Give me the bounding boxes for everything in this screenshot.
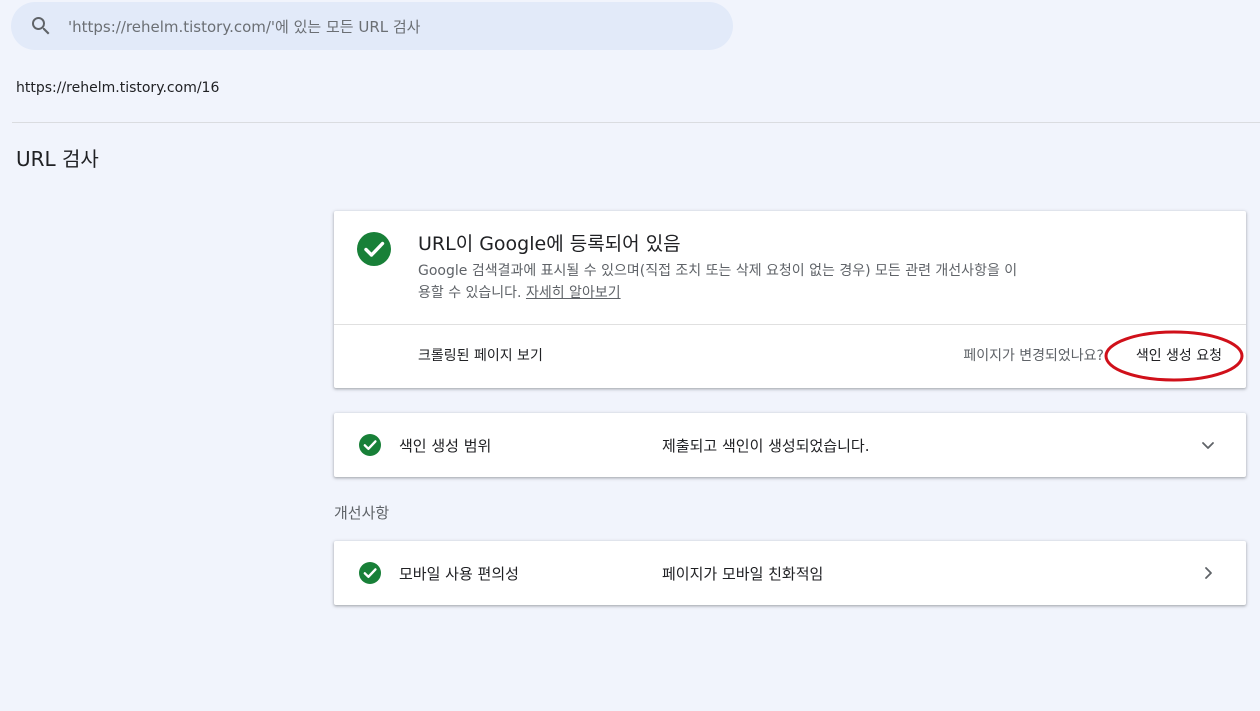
status-card: URL이 Google에 등록되어 있음 Google 검색결과에 표시될 수 …	[334, 211, 1246, 388]
check-circle-icon	[359, 562, 381, 584]
mobile-usability-label: 모바일 사용 편의성	[399, 565, 519, 583]
enhancements-section-label: 개선사항	[334, 504, 390, 522]
status-description-text: Google 검색결과에 표시될 수 있으며(직접 조치 또는 삭제 요청이 없…	[418, 263, 1018, 301]
mobile-usability-row[interactable]: 모바일 사용 편의성 페이지가 모바일 친화적임	[334, 541, 1246, 605]
coverage-row[interactable]: 색인 생성 범위 제출되고 색인이 생성되었습니다.	[334, 413, 1246, 477]
search-input[interactable]	[68, 14, 708, 40]
status-title: URL이 Google에 등록되어 있음	[418, 233, 681, 255]
request-indexing-button[interactable]: 색인 생성 요청	[1136, 345, 1222, 365]
learn-more-link[interactable]: 자세히 알아보기	[526, 285, 621, 301]
inspected-url: https://rehelm.tistory.com/16	[16, 80, 220, 96]
search-icon[interactable]	[29, 14, 53, 38]
mobile-usability-value: 페이지가 모바일 친화적임	[662, 565, 824, 583]
check-circle-icon	[357, 232, 391, 266]
divider	[12, 122, 1260, 123]
page-title: URL 검사	[16, 147, 99, 171]
page-changed-question: 페이지가 변경되었나요?	[963, 348, 1104, 364]
coverage-label: 색인 생성 범위	[399, 437, 492, 455]
card-divider	[334, 324, 1246, 325]
chevron-right-icon[interactable]	[1196, 561, 1220, 585]
status-description: Google 검색결과에 표시될 수 있으며(직접 조치 또는 삭제 요청이 없…	[418, 260, 1018, 304]
coverage-value: 제출되고 색인이 생성되었습니다.	[662, 437, 870, 455]
search-bar[interactable]	[11, 2, 733, 50]
chevron-down-icon[interactable]	[1196, 433, 1220, 457]
check-circle-icon	[359, 434, 381, 456]
view-crawled-page-button[interactable]: 크롤링된 페이지 보기	[418, 345, 543, 365]
